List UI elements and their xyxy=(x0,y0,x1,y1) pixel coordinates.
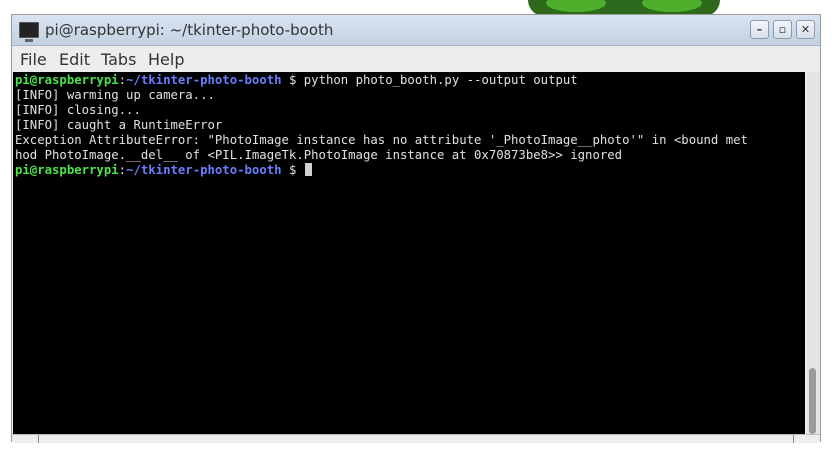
close-icon: ✕ xyxy=(800,23,811,36)
prompt-separator: : xyxy=(118,163,127,177)
maximize-icon: ▫ xyxy=(778,23,787,36)
command-line: pi@raspberrypi:~/tkinter-photo-booth $ p… xyxy=(15,73,805,88)
output-line: [INFO] caught a RuntimeError xyxy=(15,118,223,132)
minimize-icon: – xyxy=(756,23,763,36)
scrollbar-thumb[interactable] xyxy=(809,368,816,434)
prompt-path: ~/tkinter-photo-booth xyxy=(126,163,282,177)
prompt-symbol: $ xyxy=(281,73,297,87)
status-bar xyxy=(12,434,820,443)
status-divider xyxy=(38,435,39,443)
output-line: Exception AttributeError: "PhotoImage in… xyxy=(15,133,748,147)
vertical-scrollbar[interactable] xyxy=(807,72,820,434)
window-title: pi@raspberrypi: ~/tkinter-photo-booth xyxy=(45,21,334,39)
close-button[interactable]: ✕ xyxy=(796,20,815,39)
prompt-user: pi@raspberrypi xyxy=(15,73,119,87)
menu-edit[interactable]: Edit xyxy=(59,50,90,69)
title-bar[interactable]: pi@raspberrypi: ~/tkinter-photo-booth – … xyxy=(12,15,820,46)
prompt-path: ~/tkinter-photo-booth xyxy=(126,73,282,87)
minimize-button[interactable]: – xyxy=(750,20,769,39)
status-divider xyxy=(793,435,794,443)
current-prompt-line: pi@raspberrypi:~/tkinter-photo-booth $ xyxy=(15,163,805,178)
menu-file[interactable]: File xyxy=(20,50,47,69)
output-line: [INFO] warming up camera... xyxy=(15,88,215,102)
text-cursor xyxy=(304,163,312,176)
menu-tabs[interactable]: Tabs xyxy=(101,50,136,69)
menu-bar: File Edit Tabs Help xyxy=(12,46,820,72)
prompt-separator: : xyxy=(118,73,127,87)
command-text: python photo_booth.py --output output xyxy=(296,73,578,87)
terminal-window: pi@raspberrypi: ~/tkinter-photo-booth – … xyxy=(11,14,821,443)
prompt-symbol: $ xyxy=(281,163,297,177)
prompt-user: pi@raspberrypi xyxy=(15,163,119,177)
terminal-icon xyxy=(19,22,39,42)
terminal-output[interactable]: pi@raspberrypi:~/tkinter-photo-booth $ p… xyxy=(13,72,805,434)
output-line: [INFO] closing... xyxy=(15,103,141,117)
output-line: hod PhotoImage.__del__ of <PIL.ImageTk.P… xyxy=(15,148,623,162)
maximize-button[interactable]: ▫ xyxy=(773,20,792,39)
menu-help[interactable]: Help xyxy=(148,50,184,69)
